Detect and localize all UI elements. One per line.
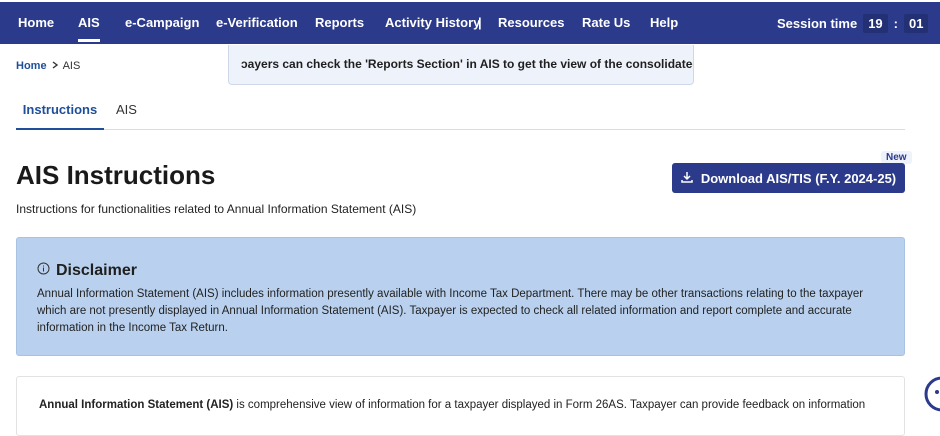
download-ais-button[interactable]: Download AIS/TIS (F.Y. 2024-25) bbox=[672, 163, 905, 193]
nav-resources[interactable]: Resources bbox=[498, 2, 564, 44]
announcement-ticker: ɔayers can check the 'Reports Section' i… bbox=[228, 45, 694, 85]
ais-info-text: Annual Information Statement (AIS) is co… bbox=[39, 397, 879, 414]
download-icon bbox=[681, 171, 693, 186]
info-circle-icon bbox=[37, 262, 50, 280]
tab-instructions[interactable]: Instructions bbox=[16, 92, 104, 130]
breadcrumb-current: AIS bbox=[62, 60, 81, 72]
session-seconds: 01 bbox=[904, 13, 929, 33]
breadcrumb-home[interactable]: Home bbox=[16, 60, 47, 72]
session-minutes: 19 bbox=[863, 13, 888, 33]
nav-e-verification[interactable]: e-Verification bbox=[216, 2, 298, 44]
chevron-right-icon bbox=[51, 60, 59, 72]
disclaimer-box: Disclaimer Annual Information Statement … bbox=[16, 237, 905, 356]
nav-ais[interactable]: AIS bbox=[78, 2, 100, 44]
page-title: AIS Instructions bbox=[16, 160, 216, 190]
session-colon: : bbox=[893, 15, 899, 31]
nav-separator: | bbox=[478, 15, 482, 30]
nav-rate-us[interactable]: Rate Us bbox=[582, 2, 630, 44]
nav-reports[interactable]: Reports bbox=[315, 2, 364, 44]
chatbot-icon[interactable] bbox=[922, 372, 940, 416]
nav-activity-history[interactable]: Activity History bbox=[385, 2, 480, 44]
page-subtitle: Instructions for functionalities related… bbox=[16, 202, 417, 216]
session-timer: Session time 19 : 01 bbox=[777, 2, 929, 44]
nav-help[interactable]: Help bbox=[650, 2, 678, 44]
disclaimer-header: Disclaimer bbox=[37, 262, 137, 280]
tab-ais[interactable]: AIS bbox=[116, 92, 137, 130]
tab-bar: Instructions AIS bbox=[16, 92, 905, 130]
ticker-text: ɔayers can check the 'Reports Section' i… bbox=[241, 57, 694, 71]
disclaimer-text: Annual Information Statement (AIS) inclu… bbox=[37, 288, 864, 334]
nav-home[interactable]: Home bbox=[18, 2, 54, 44]
download-label: Download AIS/TIS (F.Y. 2024-25) bbox=[700, 170, 897, 186]
top-navigation-bar: Home AIS e-Campaign e-Verification Repor… bbox=[0, 2, 940, 44]
ais-info-bold: Annual Information Statement (AIS) bbox=[39, 399, 234, 411]
nav-e-campaign[interactable]: e-Campaign bbox=[125, 2, 199, 44]
ais-info-card: Annual Information Statement (AIS) is co… bbox=[16, 376, 905, 436]
ais-info-body: is comprehensive view of information for… bbox=[233, 399, 866, 411]
breadcrumb: Home AIS bbox=[16, 60, 80, 72]
disclaimer-title: Disclaimer bbox=[56, 262, 137, 279]
session-label: Session time bbox=[777, 15, 858, 31]
